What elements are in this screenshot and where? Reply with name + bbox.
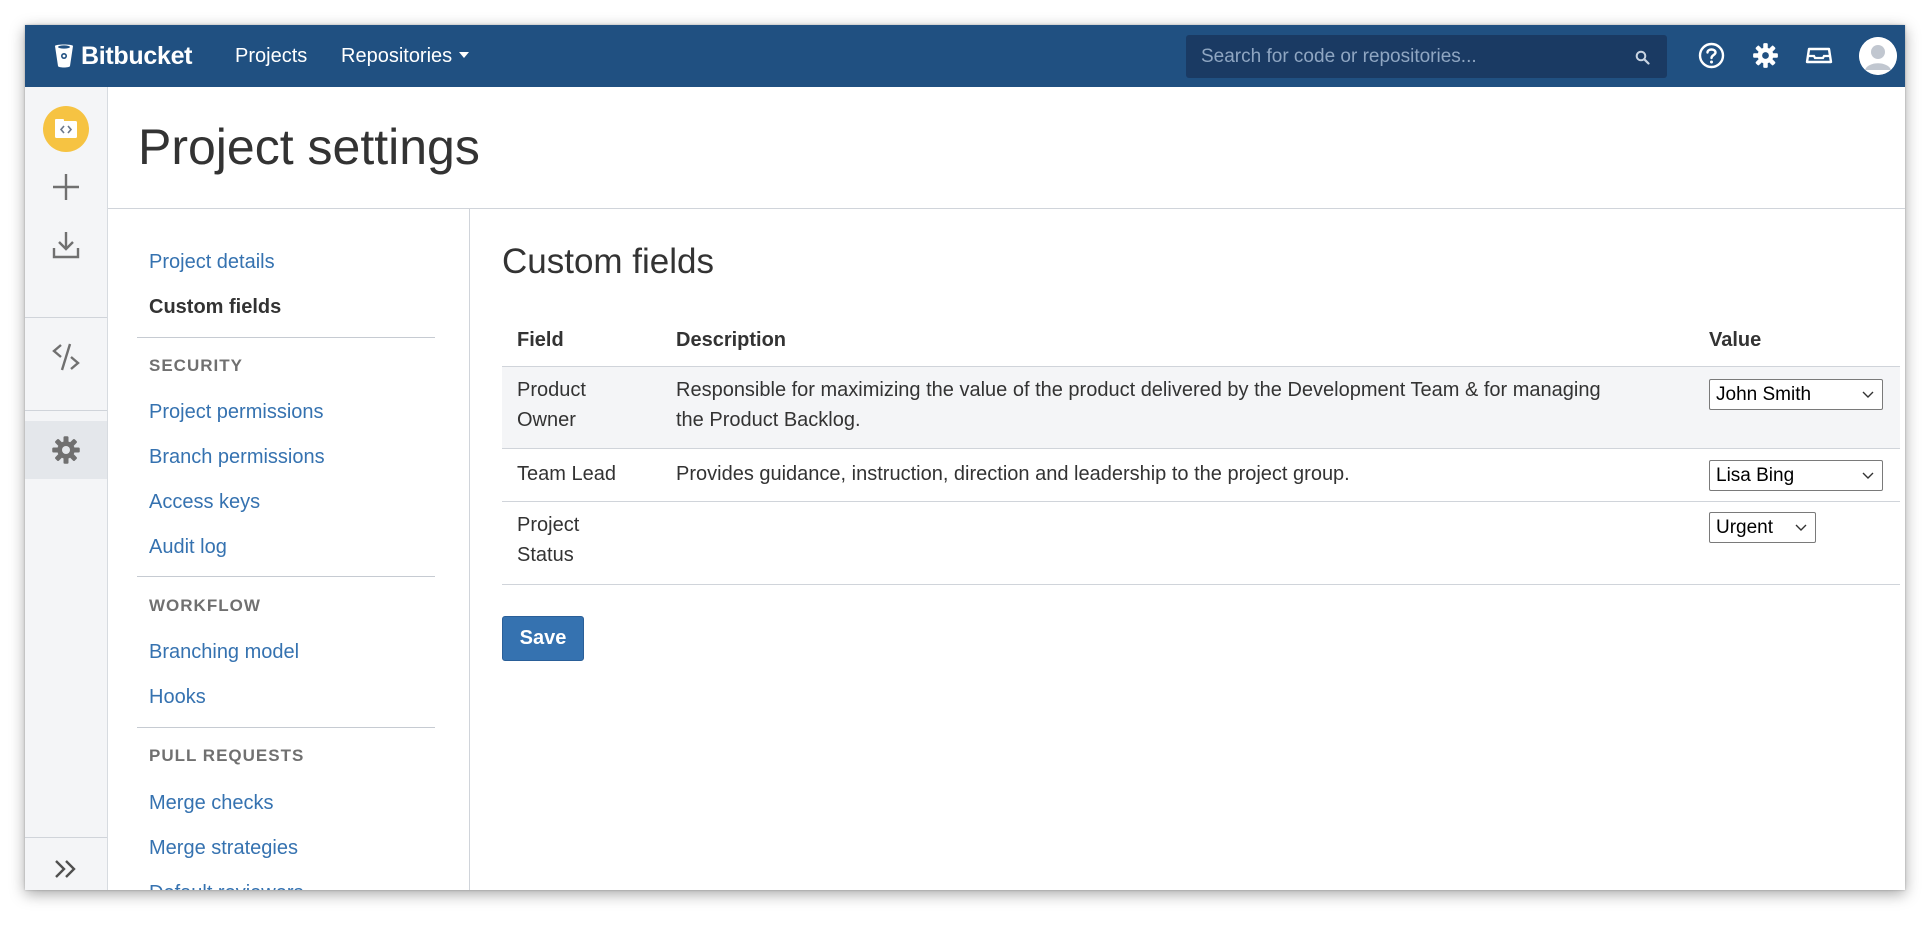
download-button[interactable] [25, 225, 107, 265]
sidebar-rail [25, 87, 108, 890]
value-select[interactable]: Urgent [1709, 512, 1816, 543]
gear-icon[interactable] [1752, 42, 1779, 69]
rail-divider [25, 410, 107, 411]
nav-heading-security: SECURITY [149, 356, 243, 375]
project-settings-button[interactable] [25, 421, 107, 479]
app-window: Bitbucket Projects Repositories Search f… [25, 25, 1905, 890]
nav-branching-model[interactable]: Branching model [149, 640, 299, 664]
source-button[interactable] [25, 332, 107, 382]
download-icon [52, 232, 80, 259]
select-value: Lisa Bing [1716, 465, 1795, 486]
column-header-value: Value [1709, 329, 1762, 351]
search-icon[interactable] [1635, 50, 1650, 65]
search-input[interactable] [1186, 35, 1667, 78]
user-icon [1859, 37, 1897, 75]
nav-divider [137, 337, 435, 338]
gear-icon [52, 436, 80, 464]
double-chevron-right-icon [55, 860, 76, 878]
page-title: Project settings [138, 119, 480, 175]
chevron-down-icon [1862, 472, 1874, 479]
nav-hooks[interactable]: Hooks [149, 685, 206, 709]
section-title: Custom fields [502, 242, 715, 281]
field-name: Product Owner [517, 375, 586, 435]
settings-nav: Project details Custom fields SECURITY P… [108, 209, 470, 890]
nav-heading-workflow: WORKFLOW [149, 596, 261, 615]
nav-heading-pull-requests: PULL REQUESTS [149, 746, 305, 765]
nav-project-permissions[interactable]: Project permissions [149, 400, 324, 424]
nav-merge-strategies[interactable]: Merge strategies [149, 836, 298, 860]
field-name-line: Project [517, 514, 580, 536]
field-name-line: Team Lead [517, 463, 616, 485]
nav-project-details[interactable]: Project details [149, 250, 275, 274]
help-icon[interactable] [1698, 42, 1725, 69]
field-description: Provides guidance, instruction, directio… [676, 459, 1350, 489]
rail-divider [25, 837, 107, 838]
table-bottom-border [502, 584, 1900, 585]
caret-down-icon [459, 51, 470, 58]
plus-icon [53, 174, 79, 200]
select-value: Urgent [1716, 517, 1774, 538]
logo-text: Bitbucket [81, 41, 193, 70]
select-value: John Smith [1716, 384, 1812, 405]
description-line: Provides guidance, instruction, directio… [676, 463, 1350, 485]
user-avatar[interactable] [1859, 37, 1897, 75]
expand-sidebar-button[interactable] [25, 852, 107, 886]
table-row: Product Owner Responsible for maximizing… [502, 366, 1900, 449]
inbox-icon[interactable] [1805, 42, 1833, 68]
nav-merge-checks[interactable]: Merge checks [149, 791, 274, 815]
value-select[interactable]: John Smith [1709, 379, 1883, 410]
description-line: the Product Backlog. [676, 409, 861, 431]
nav-branch-permissions[interactable]: Branch permissions [149, 445, 325, 469]
bitbucket-logo[interactable]: Bitbucket [53, 39, 193, 73]
rail-divider [25, 317, 107, 318]
nav-access-keys[interactable]: Access keys [149, 490, 260, 514]
field-description: Responsible for maximizing the value of … [676, 375, 1601, 435]
bitbucket-icon [55, 44, 73, 68]
description-line: Responsible for maximizing the value of … [676, 379, 1601, 401]
project-avatar-button[interactable] [25, 106, 107, 152]
value-select[interactable]: Lisa Bing [1709, 460, 1883, 491]
nav-projects[interactable]: Projects [235, 44, 307, 68]
nav-divider [137, 576, 435, 577]
top-navigation: Bitbucket Projects Repositories [25, 25, 1905, 87]
project-avatar-icon [43, 106, 89, 152]
table-row: Team Lead Provides guidance, instruction… [502, 448, 1900, 502]
column-header-description: Description [676, 329, 787, 351]
nav-divider [137, 727, 435, 728]
field-name-line: Owner [517, 409, 576, 431]
column-header-field: Field [517, 329, 564, 351]
nav-repositories[interactable]: Repositories [341, 44, 470, 68]
field-name: Project Status [517, 510, 579, 570]
chevron-down-icon [1795, 524, 1807, 531]
field-name-line: Status [517, 544, 574, 566]
field-name: Team Lead [517, 459, 616, 489]
save-button[interactable]: Save [502, 616, 584, 661]
nav-default-reviewers[interactable]: Default reviewers [149, 881, 304, 890]
nav-custom-fields[interactable]: Custom fields [149, 295, 281, 319]
code-icon [52, 343, 80, 371]
field-name-line: Product [517, 379, 586, 401]
table-row: Project Status Urgent [502, 501, 1900, 585]
nav-repositories-label: Repositories [341, 45, 453, 67]
chevron-down-icon [1862, 391, 1874, 398]
nav-audit-log[interactable]: Audit log [149, 535, 227, 559]
create-button[interactable] [25, 167, 107, 207]
